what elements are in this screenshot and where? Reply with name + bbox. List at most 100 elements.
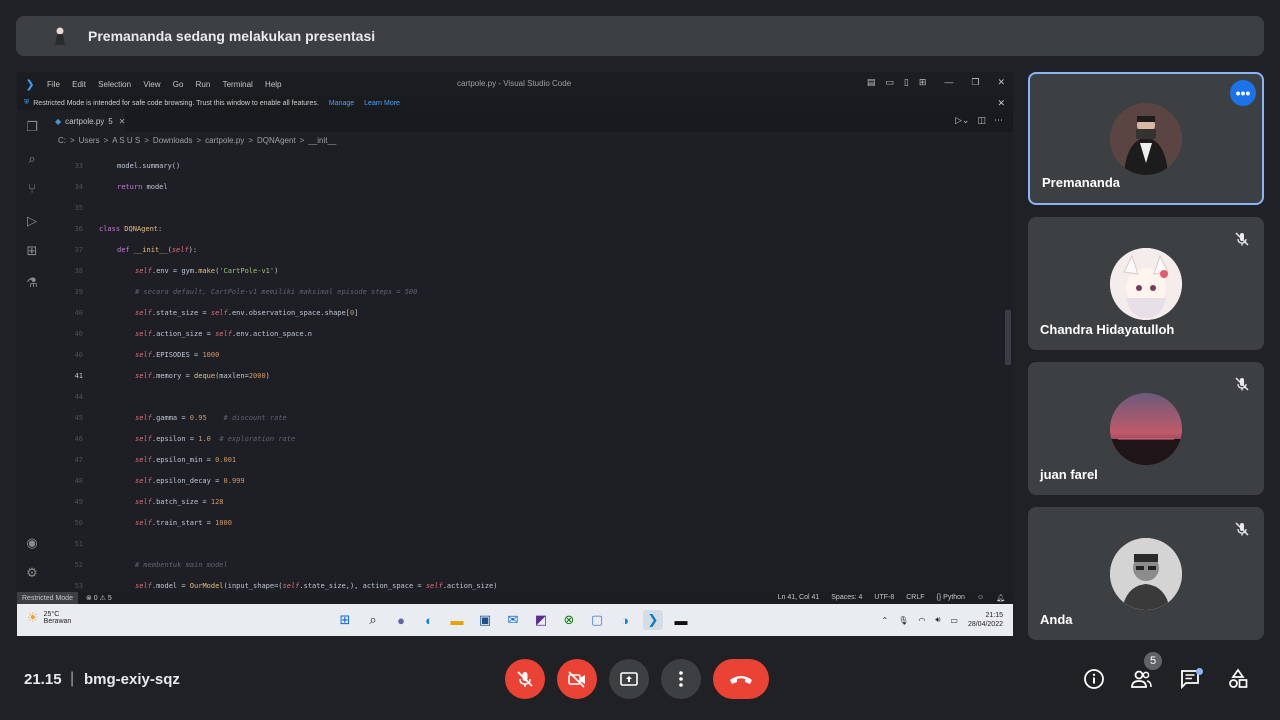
status-spaces[interactable]: Spaces: 4 bbox=[831, 594, 862, 602]
clock-time: 21:15 bbox=[985, 612, 1003, 619]
search-icon[interactable]: ⌕ bbox=[363, 610, 383, 630]
sidebar-icon[interactable]: ▯ bbox=[904, 77, 909, 88]
run-debug-icon[interactable]: ▷ bbox=[25, 214, 39, 228]
line-number: 47 bbox=[74, 456, 83, 464]
notifications-bell-icon[interactable]: 🔔︎ bbox=[996, 594, 1005, 602]
status-cursor[interactable]: Ln 41, Col 41 bbox=[778, 594, 820, 602]
menu-selection[interactable]: Selection bbox=[98, 80, 131, 89]
battery-icon[interactable]: ▭ bbox=[950, 616, 958, 625]
participant-name: juan farel bbox=[1040, 467, 1098, 482]
testing-icon[interactable]: ⚗ bbox=[25, 276, 39, 290]
weather-widget[interactable]: ☀ 25°C Berawan bbox=[27, 610, 71, 626]
line-number: 33 bbox=[74, 162, 83, 170]
participant-tile-juan[interactable]: juan farel bbox=[1028, 362, 1264, 495]
more-options-button[interactable] bbox=[661, 659, 701, 699]
customize-layout-icon[interactable]: ⊞ bbox=[919, 77, 927, 88]
participant-tile-anda[interactable]: Anda bbox=[1028, 507, 1264, 640]
people-button[interactable] bbox=[1128, 666, 1154, 692]
crumb-user[interactable]: A S U S bbox=[112, 136, 140, 145]
meeting-details-button[interactable] bbox=[1081, 666, 1107, 692]
layout-icon[interactable]: ▤ bbox=[867, 77, 876, 88]
crumb-method[interactable]: __init__ bbox=[308, 136, 336, 145]
toggle-microphone-button[interactable] bbox=[505, 659, 545, 699]
notes-app-icon[interactable]: ▢ bbox=[587, 610, 607, 630]
menu-view[interactable]: View bbox=[143, 80, 160, 89]
search-icon[interactable]: ⌕ bbox=[25, 152, 39, 166]
participant-tile-chandra[interactable]: Chandra Hidayatulloh bbox=[1028, 217, 1264, 350]
code-line: self.action_size = self.env.action_space… bbox=[135, 330, 313, 338]
split-editor-icon[interactable]: ◫ bbox=[977, 115, 986, 126]
more-options-icon[interactable]: ••• bbox=[1230, 80, 1256, 106]
code-line: self.model = OurModel(input_shape=(self.… bbox=[135, 582, 498, 590]
menu-help[interactable]: Help bbox=[265, 80, 281, 89]
more-actions-icon[interactable]: ⋯ bbox=[994, 115, 1003, 126]
leave-call-button[interactable] bbox=[713, 659, 769, 699]
crumb-drive[interactable]: C: bbox=[58, 136, 66, 145]
run-file-icon[interactable]: ▷⌄ bbox=[955, 115, 969, 126]
menu-edit[interactable]: Edit bbox=[72, 80, 86, 89]
status-restricted-mode[interactable]: Restricted Mode bbox=[17, 592, 78, 604]
explorer-icon[interactable]: ❐ bbox=[25, 120, 39, 134]
status-problems[interactable]: ⊗ 0 ⚠ 5 bbox=[86, 594, 112, 602]
speaker-icon[interactable]: 🔊︎ bbox=[935, 615, 940, 625]
account-icon[interactable]: ◉ bbox=[25, 536, 39, 550]
line-number: 50 bbox=[74, 519, 83, 527]
crumb-sep: > bbox=[196, 135, 202, 145]
present-screen-button[interactable] bbox=[609, 659, 649, 699]
status-encoding[interactable]: UTF-8 bbox=[874, 594, 894, 602]
tab-cartpole[interactable]: ◆ cartpole.py 5 ✕ bbox=[47, 110, 125, 132]
crumb-file[interactable]: cartpole.py bbox=[205, 136, 244, 145]
activities-button[interactable] bbox=[1225, 666, 1251, 692]
menu-file[interactable]: File bbox=[47, 80, 60, 89]
present-screen-icon bbox=[620, 672, 638, 686]
close-window-icon[interactable]: ✕ bbox=[997, 77, 1005, 88]
status-language[interactable]: {} Python bbox=[937, 594, 965, 602]
terminal-icon[interactable]: ▬ bbox=[671, 610, 691, 630]
microphone-icon[interactable]: 🎙︎ bbox=[898, 616, 908, 625]
windows-taskbar: ☀ 25°C Berawan ⊞ ⌕ ● ◐ ▬ ▣ ✉ ◩ ⊗ ▢ ◑ ❯ ▬… bbox=[17, 604, 1013, 636]
line-number: 49 bbox=[74, 498, 83, 506]
code-line: model.summary() bbox=[117, 162, 181, 170]
edge-icon[interactable]: ◐ bbox=[419, 610, 439, 630]
toggle-camera-button[interactable] bbox=[557, 659, 597, 699]
shared-screen: ❯ File Edit Selection View Go Run Termin… bbox=[17, 72, 1013, 636]
minimize-icon[interactable]: — bbox=[944, 77, 953, 88]
start-windows-icon[interactable]: ⊞ bbox=[335, 610, 355, 630]
feedback-icon[interactable]: ☺ bbox=[977, 594, 984, 602]
panel-icon[interactable]: ▭ bbox=[885, 77, 894, 88]
store-icon[interactable]: ▣ bbox=[475, 610, 495, 630]
restricted-mode-bar: ⛨ Restricted Mode is intended for safe c… bbox=[17, 96, 1013, 110]
vs-app-icon[interactable]: ◩ bbox=[531, 610, 551, 630]
source-control-icon[interactable]: ⑂ bbox=[25, 182, 39, 196]
participant-tile-premananda[interactable]: ••• Premananda bbox=[1028, 72, 1264, 205]
editor-scrollbar[interactable] bbox=[1005, 310, 1011, 365]
status-eol[interactable]: CRLF bbox=[906, 594, 924, 602]
crumb-class[interactable]: DQNAgent bbox=[257, 136, 296, 145]
menu-go[interactable]: Go bbox=[173, 80, 184, 89]
file-explorer-icon[interactable]: ▬ bbox=[447, 610, 467, 630]
mail-icon[interactable]: ✉ bbox=[503, 610, 523, 630]
crumb-downloads[interactable]: Downloads bbox=[153, 136, 193, 145]
vscode-taskbar-icon[interactable]: ❯ bbox=[643, 610, 663, 630]
extensions-icon[interactable]: ⊞ bbox=[25, 244, 39, 258]
taskbar-clock[interactable]: 21:15 28/04/2022 bbox=[968, 611, 1003, 629]
tab-close-icon[interactable]: ✕ bbox=[119, 117, 126, 126]
menu-run[interactable]: Run bbox=[196, 80, 211, 89]
edge-dev-icon[interactable]: ◑ bbox=[615, 610, 635, 630]
xbox-icon[interactable]: ⊗ bbox=[559, 610, 579, 630]
close-restricted-icon[interactable]: ✕ bbox=[997, 98, 1005, 109]
crumb-sep: > bbox=[299, 135, 305, 145]
learn-more-link[interactable]: Learn More bbox=[364, 100, 400, 107]
code-editor[interactable]: 33 model.summary() 34 return model 35 36… bbox=[47, 158, 1013, 592]
crumb-users[interactable]: Users bbox=[79, 136, 100, 145]
taskbar-apps: ⊞ ⌕ ● ◐ ▬ ▣ ✉ ◩ ⊗ ▢ ◑ ❯ ▬ bbox=[335, 610, 691, 630]
microphone-off-icon bbox=[517, 671, 533, 687]
menu-terminal[interactable]: Terminal bbox=[223, 80, 253, 89]
code-line: self.epsilon_decay = 0.999 bbox=[135, 477, 245, 485]
chat-icon[interactable]: ● bbox=[391, 610, 411, 630]
tray-chevron-up-icon[interactable]: ⌃ bbox=[882, 616, 889, 625]
restore-icon[interactable]: ❐ bbox=[971, 77, 979, 88]
manage-link[interactable]: Manage bbox=[329, 100, 354, 107]
wifi-icon[interactable]: ◠ bbox=[918, 616, 925, 625]
settings-gear-icon[interactable]: ⚙ bbox=[25, 566, 39, 580]
